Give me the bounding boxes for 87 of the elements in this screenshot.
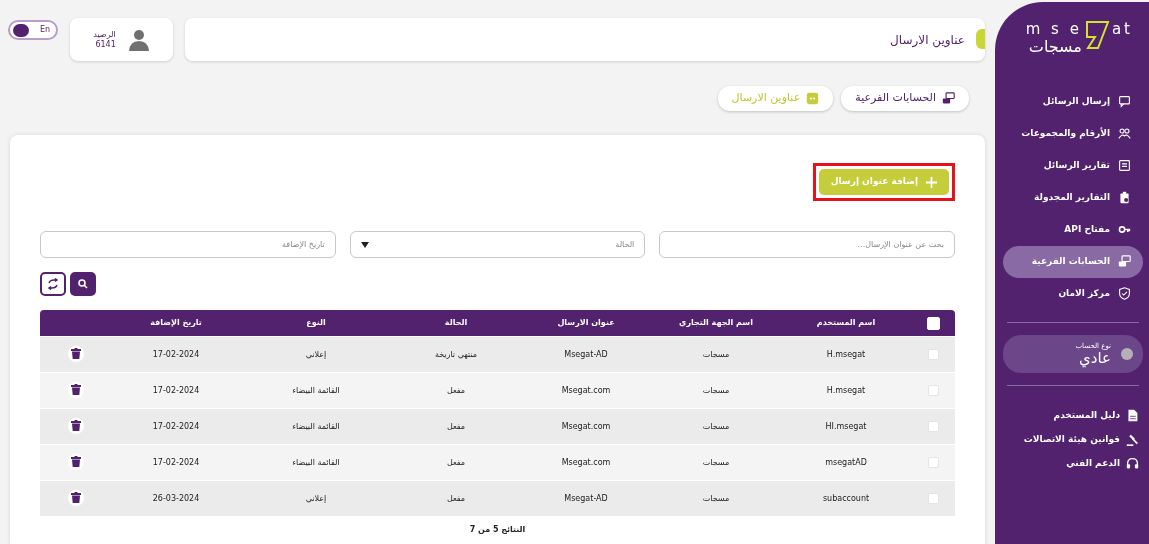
refresh-button[interactable]	[40, 272, 66, 296]
refresh-icon	[47, 278, 59, 290]
language-toggle[interactable]: En	[8, 20, 58, 40]
delete-button[interactable]	[67, 417, 84, 434]
table-cell: H.msegat	[826, 385, 866, 395]
table-cell: 17-02-2024	[152, 421, 200, 431]
table-cell: 17-02-2024	[152, 385, 200, 395]
table-cell: 17-02-2024	[152, 349, 200, 359]
sidebar-link[interactable]: دليل المستخدم	[1003, 403, 1143, 428]
sidebar-item[interactable]: التقارير المجدولة	[1003, 181, 1143, 214]
sidebar-item[interactable]: API مفتاح	[1003, 213, 1143, 246]
delete-button[interactable]	[67, 345, 84, 362]
table-cell: القائمة البيضاء	[292, 421, 340, 431]
monitor-icon	[942, 92, 955, 105]
monitor-icon	[1118, 255, 1131, 269]
row-checkbox[interactable]	[927, 384, 939, 396]
sidebar-item[interactable]: الأرقام والمجموعات	[1003, 117, 1143, 150]
chat-icon	[806, 92, 820, 105]
table-cell: مسجات	[702, 385, 730, 395]
column-header: النوع	[306, 318, 326, 327]
table-cell: مفعل	[446, 385, 466, 395]
table-cell: مفعل	[446, 421, 466, 431]
table-cell: إعلاني	[305, 349, 327, 359]
input-field[interactable]: بحث عن عنوان الإرسال...	[659, 231, 955, 258]
table-cell: Msegat.com	[561, 421, 611, 431]
table-cell: H.msegat	[826, 349, 866, 359]
accent-bar	[976, 29, 985, 49]
input-field[interactable]: تاريخ الإضافة	[40, 231, 336, 258]
table-cell: 26-03-2024	[152, 493, 200, 503]
delete-button[interactable]	[67, 489, 84, 506]
table-cell: Msegat-AD	[564, 493, 608, 503]
table-cell: Msegat.com	[561, 457, 611, 467]
delete-button[interactable]	[67, 381, 84, 398]
status-dot	[1121, 347, 1133, 360]
column-header: اسم الجهة التجاري	[679, 318, 753, 327]
caret-icon	[360, 241, 369, 248]
tab[interactable]: الحسابات الفرعية	[841, 86, 969, 111]
sidebar-item[interactable]: الحسابات الفرعية	[1003, 245, 1143, 278]
document-icon	[1126, 409, 1139, 423]
sidebar-item[interactable]: إرسال الرسائل	[1003, 85, 1143, 118]
row-checkbox[interactable]	[927, 420, 939, 432]
table-cell: 17-02-2024	[152, 457, 200, 467]
table-cell: مسجات	[702, 457, 730, 467]
delete-button[interactable]	[67, 453, 84, 470]
status-dropdown[interactable]: الحالة	[349, 231, 646, 258]
row-checkbox[interactable]	[927, 492, 939, 504]
page-title: عناوين الارسال	[890, 31, 965, 49]
sidebar-item[interactable]: تقارير الرسائل	[1003, 149, 1143, 182]
table-cell: إعلاني	[305, 493, 327, 503]
table-cell: HI.msegat	[825, 421, 867, 431]
plus-icon	[926, 176, 937, 188]
column-header: تاريخ الإضافة	[150, 318, 202, 327]
row-checkbox[interactable]	[927, 348, 939, 360]
column-header: اسم المستخدم	[816, 318, 876, 327]
sidebar-item[interactable]: مركز الامان	[1003, 277, 1143, 310]
table-cell: القائمة البيضاء	[292, 385, 340, 395]
table-cell: مسجات	[702, 421, 730, 431]
table-cell: مفعل	[446, 457, 466, 467]
gavel-icon	[1126, 433, 1139, 447]
results-count: النتائج 5 من 7	[469, 525, 526, 534]
search-icon	[78, 279, 88, 289]
table-cell: Msegat-AD	[564, 349, 608, 359]
clipboard-icon	[1118, 191, 1131, 205]
table-cell: منتهي تاريخة	[434, 349, 478, 359]
sidebar-link[interactable]: قوانين هيئة الاتصالات	[1003, 427, 1143, 452]
select-all-checkbox[interactable]	[926, 316, 940, 330]
table-cell: Msegat.com	[561, 385, 611, 395]
sidebar-link[interactable]: الدعم الفني	[1003, 451, 1143, 476]
balance-value: 6141	[94, 39, 116, 50]
column-header: الحالة	[444, 318, 468, 327]
user-icon	[127, 28, 150, 51]
table-cell: مفعل	[446, 493, 466, 503]
table-cell: subaccount	[822, 493, 870, 503]
headset-icon	[1126, 457, 1139, 471]
people-icon	[1118, 127, 1131, 141]
balance-label: الرصيد	[93, 29, 116, 40]
search-button[interactable]	[70, 272, 96, 296]
table-cell: msegatAD	[825, 457, 867, 467]
shield-icon	[1118, 287, 1131, 301]
table-cell: مسجات	[702, 493, 730, 503]
row-checkbox[interactable]	[927, 456, 939, 468]
column-header: عنوان الارسال	[557, 318, 615, 327]
document-icon	[1118, 159, 1131, 173]
account-type-value: عادي	[1078, 351, 1111, 367]
table-cell: مسجات	[702, 349, 730, 359]
chat-icon	[1118, 95, 1131, 109]
table-cell: القائمة البيضاء	[292, 457, 340, 467]
